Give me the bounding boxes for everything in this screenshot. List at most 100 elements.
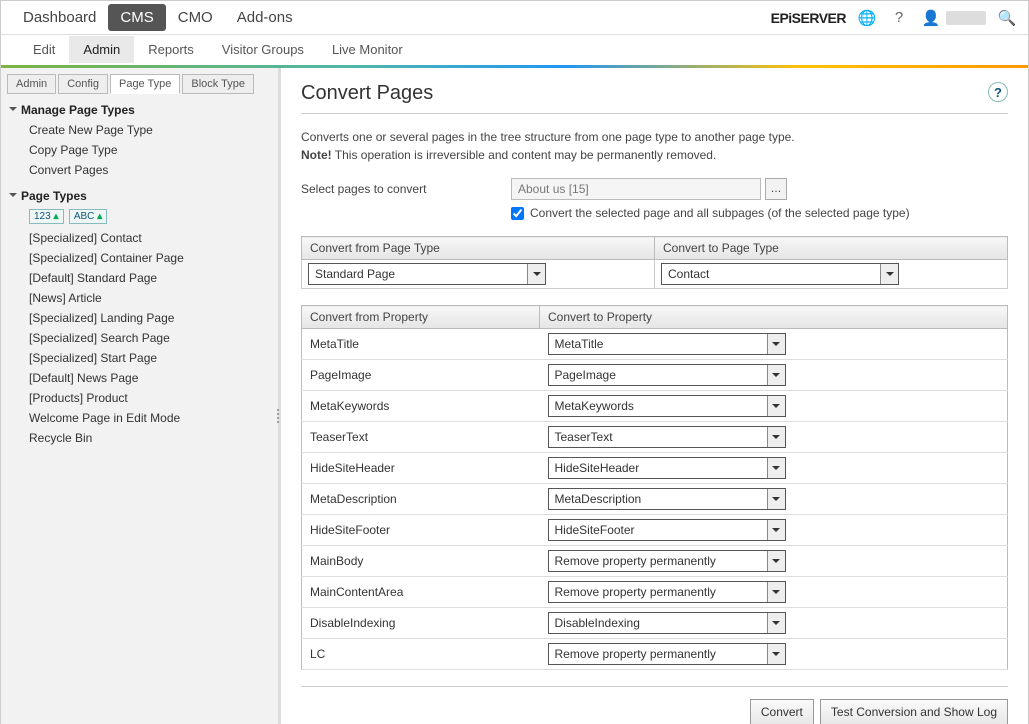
chevron-down-icon bbox=[767, 334, 785, 354]
side-tab-page-type[interactable]: Page Type bbox=[110, 74, 180, 94]
panel-help-icon[interactable]: ? bbox=[988, 82, 1008, 102]
from-property-cell: LC bbox=[302, 639, 540, 670]
tree-item[interactable]: Welcome Page in Edit Mode bbox=[7, 408, 270, 428]
submenu-admin[interactable]: Admin bbox=[69, 36, 134, 63]
to-property-dropdown[interactable]: Remove property permanently bbox=[548, 550, 786, 572]
table-row: HideSiteFooterHideSiteFooter bbox=[302, 515, 1008, 546]
submenu-live-monitor[interactable]: Live Monitor bbox=[318, 36, 417, 63]
property-table: Convert from Property Convert to Propert… bbox=[301, 305, 1008, 670]
chevron-down-icon bbox=[767, 489, 785, 509]
th-from-prop: Convert from Property bbox=[302, 306, 540, 329]
from-property-cell: MetaDescription bbox=[302, 484, 540, 515]
to-property-dropdown[interactable]: MetaKeywords bbox=[548, 395, 786, 417]
tree-item[interactable]: Convert Pages bbox=[7, 160, 270, 180]
table-row: MainBody Remove property permanently bbox=[302, 546, 1008, 577]
th-from-type: Convert from Page Type bbox=[302, 237, 655, 260]
help-icon[interactable]: ? bbox=[888, 7, 910, 29]
table-row: MetaDescription MetaDescription bbox=[302, 484, 1008, 515]
username-placeholder bbox=[946, 11, 986, 25]
tree-item[interactable]: [Products] Product bbox=[7, 388, 270, 408]
from-property-cell: MetaKeywords bbox=[302, 391, 540, 422]
page-title: Convert Pages bbox=[301, 82, 1008, 105]
table-row: HideSiteHeader HideSiteHeader bbox=[302, 453, 1008, 484]
table-row: TeaserText TeaserText bbox=[302, 422, 1008, 453]
table-row: MetaKeywords MetaKeywords bbox=[302, 391, 1008, 422]
tree-item[interactable]: [Default] Standard Page bbox=[7, 268, 270, 288]
submenu-edit[interactable]: Edit bbox=[19, 36, 69, 63]
sort-abc[interactable]: ABC ▴ bbox=[69, 209, 107, 224]
from-property-cell: PageImage bbox=[302, 360, 540, 391]
to-property-dropdown[interactable]: HideSiteFooter bbox=[548, 519, 786, 541]
table-row: MainContentArea Remove property permanent… bbox=[302, 577, 1008, 608]
topnav-cmo[interactable]: CMO bbox=[166, 4, 225, 31]
chevron-down-icon bbox=[767, 427, 785, 447]
from-property-cell: HideSiteHeader bbox=[302, 453, 540, 484]
to-property-dropdown[interactable]: HideSiteHeader bbox=[548, 457, 786, 479]
from-property-cell: MetaTitle bbox=[302, 329, 540, 360]
from-property-cell: MainContentArea bbox=[302, 577, 540, 608]
th-to-prop: Convert to Property bbox=[540, 306, 1008, 329]
tree-item[interactable]: Recycle Bin bbox=[7, 428, 270, 448]
user-icon[interactable]: 👤 bbox=[920, 7, 942, 29]
sidebar-tabs: AdminConfigPage TypeBlock Type bbox=[7, 74, 270, 94]
chevron-down-icon bbox=[767, 396, 785, 416]
tree-item[interactable]: Create New Page Type bbox=[7, 120, 270, 140]
from-property-cell: MainBody bbox=[302, 546, 540, 577]
chevron-down-icon bbox=[527, 264, 545, 284]
from-property-cell: DisableIndexing bbox=[302, 608, 540, 639]
tree-item[interactable]: [Specialized] Container Page bbox=[7, 248, 270, 268]
topnav-add-ons[interactable]: Add-ons bbox=[225, 4, 305, 31]
from-type-dropdown[interactable]: Standard Page bbox=[308, 263, 546, 285]
chevron-down-icon bbox=[767, 644, 785, 664]
table-row: LC Remove property permanently bbox=[302, 639, 1008, 670]
to-property-dropdown[interactable]: PageImage bbox=[548, 364, 786, 386]
topnav-cms[interactable]: CMS bbox=[108, 4, 165, 31]
test-conversion-button[interactable]: Test Conversion and Show Log bbox=[820, 699, 1008, 724]
globe-icon[interactable]: 🌐 bbox=[856, 7, 878, 29]
tree-item[interactable]: [Default] News Page bbox=[7, 368, 270, 388]
tree-item[interactable]: Copy Page Type bbox=[7, 140, 270, 160]
submenu-visitor-groups[interactable]: Visitor Groups bbox=[208, 36, 318, 63]
tree-item[interactable]: [Specialized] Start Page bbox=[7, 348, 270, 368]
to-property-dropdown[interactable]: MetaTitle bbox=[548, 333, 786, 355]
topnav-dashboard[interactable]: Dashboard bbox=[11, 4, 108, 31]
to-property-dropdown[interactable]: Remove property permanently bbox=[548, 581, 786, 603]
chevron-down-icon bbox=[767, 458, 785, 478]
intro-text: Converts one or several pages in the tre… bbox=[301, 128, 1008, 164]
side-tab-admin[interactable]: Admin bbox=[7, 74, 56, 94]
chevron-down-icon bbox=[767, 582, 785, 602]
tree-item[interactable]: [Specialized] Contact bbox=[7, 228, 270, 248]
include-subpages-label: Convert the selected page and all subpag… bbox=[530, 206, 910, 220]
table-row: DisableIndexing DisableIndexing bbox=[302, 608, 1008, 639]
brand-logo: EPiSERVER bbox=[771, 10, 846, 26]
page-select-field[interactable] bbox=[511, 178, 761, 200]
chevron-down-icon bbox=[880, 264, 898, 284]
top-bar: DashboardCMSCMOAdd-ons EPiSERVER 🌐 ? 👤 🔍 bbox=[1, 1, 1028, 35]
tree-group-manage[interactable]: Manage Page Types bbox=[7, 100, 270, 120]
to-property-dropdown[interactable]: TeaserText bbox=[548, 426, 786, 448]
tree-group-pagetypes[interactable]: Page Types bbox=[7, 186, 270, 206]
tree-item[interactable]: [Specialized] Search Page bbox=[7, 328, 270, 348]
browse-pages-button[interactable]: … bbox=[765, 178, 787, 200]
to-property-dropdown[interactable]: Remove property permanently bbox=[548, 643, 786, 665]
side-tab-config[interactable]: Config bbox=[58, 74, 108, 94]
top-nav: DashboardCMSCMOAdd-ons bbox=[11, 9, 305, 26]
submenu-reports[interactable]: Reports bbox=[134, 36, 208, 63]
to-type-dropdown[interactable]: Contact bbox=[661, 263, 899, 285]
table-row: PageImage PageImage bbox=[302, 360, 1008, 391]
select-pages-label: Select pages to convert bbox=[301, 182, 511, 196]
side-tab-block-type[interactable]: Block Type bbox=[182, 74, 254, 94]
tree-item[interactable]: [News] Article bbox=[7, 288, 270, 308]
sub-menu: EditAdminReportsVisitor GroupsLive Monit… bbox=[1, 35, 1028, 65]
include-subpages-checkbox[interactable] bbox=[511, 207, 524, 220]
to-property-dropdown[interactable]: MetaDescription bbox=[548, 488, 786, 510]
chevron-down-icon bbox=[767, 520, 785, 540]
sidebar: AdminConfigPage TypeBlock Type Manage Pa… bbox=[1, 68, 281, 724]
convert-button[interactable]: Convert bbox=[750, 699, 814, 724]
from-property-cell: TeaserText bbox=[302, 422, 540, 453]
tree-item[interactable]: [Specialized] Landing Page bbox=[7, 308, 270, 328]
to-property-dropdown[interactable]: DisableIndexing bbox=[548, 612, 786, 634]
sidebar-resize-handle[interactable] bbox=[275, 396, 281, 436]
sort-123[interactable]: 123 ▴ bbox=[29, 209, 64, 224]
search-icon[interactable]: 🔍 bbox=[996, 7, 1018, 29]
